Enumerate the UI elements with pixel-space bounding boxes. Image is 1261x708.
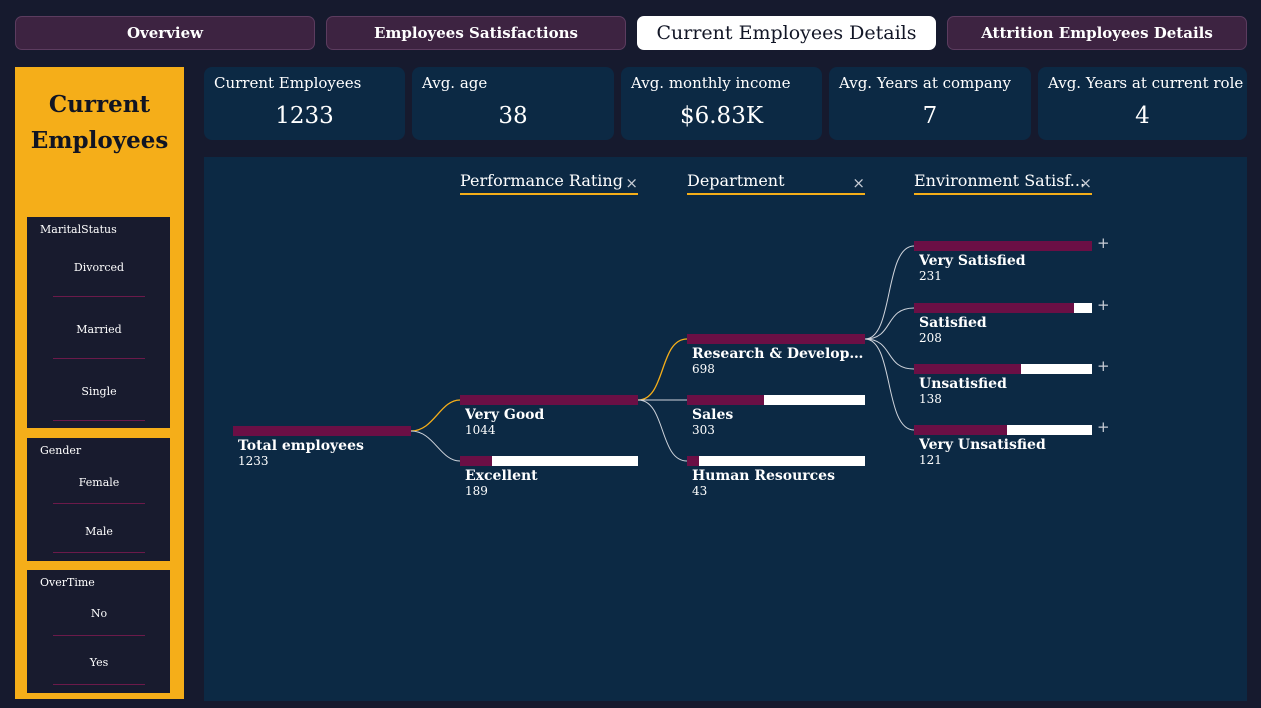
overtime-slicer: OverTime No Yes xyxy=(27,570,170,693)
kpi-avg-years-current-role: Avg. Years at current role 4 xyxy=(1038,67,1247,140)
link xyxy=(410,430,461,462)
level-name[interactable]: Department xyxy=(687,171,785,190)
node-bar-fill xyxy=(914,425,1007,435)
kpi-avg-years-at-company: Avg. Years at company 7 xyxy=(829,67,1031,140)
node-bar[interactable] xyxy=(914,425,1092,435)
node-count: 208 xyxy=(919,331,942,345)
node-bar-fill xyxy=(460,395,638,405)
node-label: Research & Development xyxy=(692,346,867,362)
node-bar[interactable] xyxy=(687,395,865,405)
node-count: 231 xyxy=(919,269,942,283)
left-filter-panel: Current Employees MaritalStatus Divorced… xyxy=(15,67,184,699)
close-icon[interactable]: × xyxy=(625,174,638,192)
slicer-item-no[interactable]: No xyxy=(53,607,145,636)
slicer-item-single[interactable]: Single xyxy=(53,385,145,421)
link xyxy=(864,338,915,370)
link-active xyxy=(410,399,461,432)
node-bar[interactable] xyxy=(914,364,1092,374)
node-bar-fill xyxy=(687,456,700,466)
node-bar[interactable] xyxy=(233,426,411,436)
slicer-title: MaritalStatus xyxy=(40,223,117,236)
node-bar-fill xyxy=(914,303,1075,313)
node-count: 138 xyxy=(919,392,942,406)
tab-attrition-employees-details[interactable]: Attrition Employees Details xyxy=(947,16,1247,50)
panel-title-line2: Employees xyxy=(30,127,169,154)
decomposition-tree: Performance Rating × Department × Enviro… xyxy=(204,157,1247,701)
kpi-value: $6.83K xyxy=(679,103,764,129)
close-icon[interactable]: × xyxy=(1079,174,1092,192)
node-count: 698 xyxy=(692,362,715,376)
link-active xyxy=(637,338,688,401)
node-label: Very Unsatisfied xyxy=(919,437,1046,453)
link xyxy=(864,338,915,431)
level-header-department: Department × xyxy=(687,171,865,195)
kpi-label: Current Employees xyxy=(214,74,362,92)
kpi-label: Avg. monthly income xyxy=(631,74,791,92)
kpi-label: Avg. Years at current role xyxy=(1048,74,1244,92)
level-name[interactable]: Environment Satisf... xyxy=(914,171,1085,190)
node-bar[interactable] xyxy=(914,303,1092,313)
kpi-value: 7 xyxy=(922,103,938,129)
node-label: Very Good xyxy=(465,407,545,423)
slicer-title: Gender xyxy=(40,444,82,457)
panel-title: Current Employees xyxy=(15,87,184,159)
link xyxy=(637,399,688,462)
link xyxy=(864,245,915,340)
node-label: Sales xyxy=(692,407,734,423)
node-bar-fill xyxy=(914,364,1021,374)
kpi-value: 4 xyxy=(1135,103,1150,129)
tab-overview[interactable]: Overview xyxy=(15,16,315,50)
kpi-label: Avg. Years at company xyxy=(839,74,1011,92)
node-bar[interactable] xyxy=(914,241,1092,251)
kpi-current-employees: Current Employees 1233 xyxy=(204,67,405,140)
kpi-label: Avg. age xyxy=(422,74,488,92)
slicer-item-male[interactable]: Male xyxy=(53,525,145,553)
node-label: Very Satisfied xyxy=(919,253,1026,269)
level-header-environment-satisfaction: Environment Satisf... × xyxy=(914,171,1092,195)
slicer-title: OverTime xyxy=(40,576,95,589)
node-count: 1044 xyxy=(465,423,496,437)
node-count: 303 xyxy=(692,423,715,437)
node-bar[interactable] xyxy=(460,395,638,405)
node-count: 121 xyxy=(919,453,942,467)
kpi-avg-age: Avg. age 38 xyxy=(412,67,614,140)
expand-plus-icon[interactable]: + xyxy=(1097,296,1110,314)
link xyxy=(864,307,915,340)
node-bar[interactable] xyxy=(687,456,865,466)
slicer-item-female[interactable]: Female xyxy=(53,476,145,504)
node-label: Total employees xyxy=(238,438,364,454)
node-bar[interactable] xyxy=(460,456,638,466)
gender-slicer: Gender Female Male xyxy=(27,438,170,561)
node-bar-fill xyxy=(460,456,493,466)
tab-current-employees-details[interactable]: Current Employees Details xyxy=(637,16,936,50)
slicer-item-divorced[interactable]: Divorced xyxy=(53,261,145,297)
marital-status-slicer: MaritalStatus Divorced Married Single xyxy=(27,217,170,428)
level-header-performance-rating: Performance Rating × xyxy=(460,171,638,195)
node-count: 189 xyxy=(465,484,488,498)
node-bar-fill xyxy=(233,426,411,436)
node-bar-fill xyxy=(687,395,764,405)
node-count: 43 xyxy=(692,484,708,498)
kpi-value: 38 xyxy=(498,103,528,129)
node-label: Excellent xyxy=(465,468,538,484)
node-bar-fill xyxy=(914,241,1092,251)
close-icon[interactable]: × xyxy=(852,174,865,192)
node-count: 1233 xyxy=(238,454,269,468)
expand-plus-icon[interactable]: + xyxy=(1097,418,1110,436)
level-name[interactable]: Performance Rating xyxy=(460,171,623,190)
node-label: Unsatisfied xyxy=(919,376,1007,392)
node-bar[interactable] xyxy=(687,334,865,344)
expand-plus-icon[interactable]: + xyxy=(1097,234,1110,252)
kpi-avg-monthly-income: Avg. monthly income $6.83K xyxy=(621,67,822,140)
slicer-item-married[interactable]: Married xyxy=(53,323,145,359)
node-label: Human Resources xyxy=(692,468,835,484)
node-bar-fill xyxy=(687,334,865,344)
kpi-value: 1233 xyxy=(275,103,334,129)
panel-title-line1: Current xyxy=(48,91,151,118)
tab-employees-satisfactions[interactable]: Employees Satisfactions xyxy=(326,16,626,50)
node-label: Satisfied xyxy=(919,315,987,331)
expand-plus-icon[interactable]: + xyxy=(1097,357,1110,375)
slicer-item-yes[interactable]: Yes xyxy=(53,656,145,685)
